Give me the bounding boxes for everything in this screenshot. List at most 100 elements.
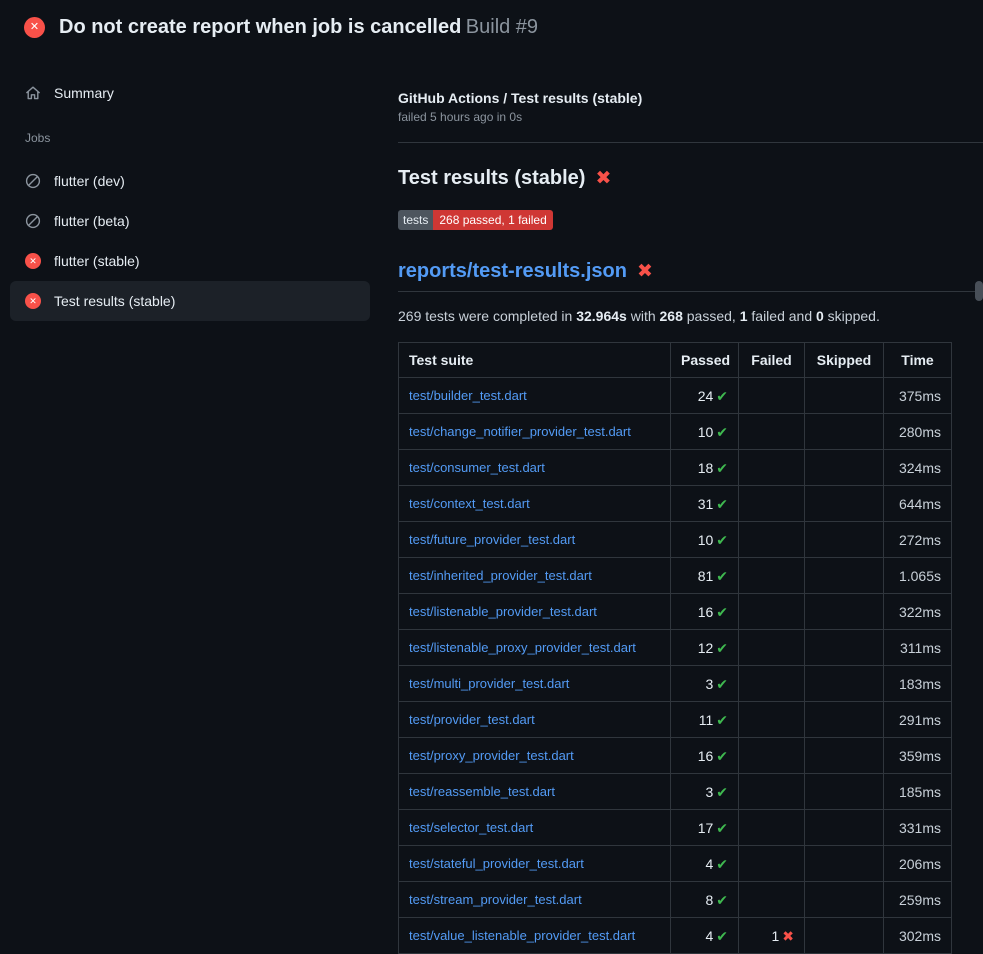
passed-count: 10 [698,424,714,440]
passed-count: 10 [698,532,714,548]
circle-x-glyph: ✕ [29,297,37,306]
x-circle-icon: ✕ [25,293,41,309]
scrollbar-thumb[interactable] [975,281,983,301]
table-row: test/reassemble_test.dart 3✔ 185ms [399,774,952,810]
skipped-count [805,594,884,630]
circle-slash-icon [25,173,41,189]
suite-link[interactable]: test/proxy_provider_test.dart [409,748,574,763]
suite-link[interactable]: test/context_test.dart [409,496,530,511]
check-icon: ✔ [716,568,728,584]
skipped-count [805,774,884,810]
time-value: 324ms [884,450,952,486]
skipped-count [805,702,884,738]
jobs-section-label: Jobs [0,131,380,145]
run-status-line: failed 5 hours ago in 0s [398,110,983,124]
table-row: test/multi_provider_test.dart 3✔ 183ms [399,666,952,702]
suite-link[interactable]: test/value_listenable_provider_test.dart [409,928,635,943]
section-title-text: Test results (stable) [398,167,585,190]
time-value: 272ms [884,522,952,558]
summary-strong: 0 [816,308,824,324]
passed-count: 24 [698,388,714,404]
passed-count: 31 [698,496,714,512]
sidebar-item-flutter-stable[interactable]: ✕ flutter (stable) [10,241,370,281]
table-row: test/context_test.dart 31✔ 644ms [399,486,952,522]
header-time: Time [884,343,952,378]
header-skipped: Skipped [805,343,884,378]
failed-count: 1 [771,928,779,944]
check-icon: ✔ [716,784,728,800]
summary-strong: 1 [740,308,748,324]
suite-link[interactable]: test/reassemble_test.dart [409,784,555,799]
check-icon: ✔ [716,712,728,728]
suite-link[interactable]: test/consumer_test.dart [409,460,545,475]
suite-link[interactable]: test/listenable_provider_test.dart [409,604,597,619]
suite-link[interactable]: test/future_provider_test.dart [409,532,575,547]
check-icon: ✔ [716,676,728,692]
sidebar-item-flutter-dev[interactable]: flutter (dev) [10,161,370,201]
summary-strong: 268 [660,308,683,324]
skipped-count [805,558,884,594]
sidebar: Summary Jobs flutter (dev) flutter (beta… [0,73,380,321]
table-row: test/consumer_test.dart 18✔ 324ms [399,450,952,486]
x-circle-icon: ✕ [25,253,41,269]
suite-link[interactable]: test/listenable_proxy_provider_test.dart [409,640,636,655]
time-value: 280ms [884,414,952,450]
passed-count: 11 [699,712,714,728]
failed-x-icon: ✖ [595,169,611,188]
sidebar-item-label: flutter (beta) [54,213,129,229]
results-table-body: test/builder_test.dart 24✔ 375ms test/ch… [399,378,952,954]
table-row: test/future_provider_test.dart 10✔ 272ms [399,522,952,558]
header-test-suite: Test suite [399,343,671,378]
failed-status-icon: ✕ [24,17,45,38]
time-value: 322ms [884,594,952,630]
sidebar-item-label: Summary [54,85,114,101]
table-row: test/value_listenable_provider_test.dart… [399,918,952,954]
suite-link[interactable]: test/inherited_provider_test.dart [409,568,592,583]
suite-link[interactable]: test/change_notifier_provider_test.dart [409,424,631,439]
badge-label: tests [398,210,433,230]
suite-link[interactable]: test/provider_test.dart [409,712,535,727]
skipped-count [805,414,884,450]
sidebar-item-flutter-beta[interactable]: flutter (beta) [10,201,370,241]
time-value: 359ms [884,738,952,774]
suite-link[interactable]: test/stateful_provider_test.dart [409,856,584,871]
summary-line: 269 tests were completed in 32.964s with… [398,308,983,324]
suite-link[interactable]: test/builder_test.dart [409,388,527,403]
check-icon: ✔ [716,748,728,764]
skipped-count [805,666,884,702]
suite-link[interactable]: test/multi_provider_test.dart [409,676,569,691]
check-icon: ✔ [716,388,728,404]
time-value: 375ms [884,378,952,414]
skipped-count [805,450,884,486]
time-value: 311ms [884,630,952,666]
table-row: test/provider_test.dart 11✔ 291ms [399,702,952,738]
skipped-count [805,846,884,882]
check-icon: ✔ [716,424,728,440]
skipped-count [805,486,884,522]
summary-text: 269 tests were completed in [398,308,576,324]
time-value: 644ms [884,486,952,522]
sidebar-item-label: flutter (stable) [54,253,140,269]
suite-link[interactable]: test/stream_provider_test.dart [409,892,582,907]
summary-text: passed, [683,308,740,324]
passed-count: 8 [705,892,713,908]
main-content: GitHub Actions / Test results (stable) f… [398,90,983,954]
report-link[interactable]: reports/test-results.json [398,260,627,283]
skipped-count [805,522,884,558]
passed-count: 12 [698,640,714,656]
passed-count: 81 [698,568,714,584]
table-row: test/proxy_provider_test.dart 16✔ 359ms [399,738,952,774]
table-row: test/stateful_provider_test.dart 4✔ 206m… [399,846,952,882]
suite-link[interactable]: test/selector_test.dart [409,820,533,835]
tests-badge: tests 268 passed, 1 failed [398,210,553,230]
sidebar-item-summary[interactable]: Summary [10,73,370,113]
circle-x-glyph: ✕ [29,257,37,266]
sidebar-item-test-results-stable[interactable]: ✕ Test results (stable) [10,281,370,321]
passed-count: 3 [705,784,713,800]
x-icon: ✖ [782,928,794,944]
summary-text: failed and [748,308,817,324]
time-value: 1.065s [884,558,952,594]
table-row: test/listenable_provider_test.dart 16✔ 3… [399,594,952,630]
sidebar-item-label: flutter (dev) [54,173,125,189]
check-icon: ✔ [716,460,728,476]
